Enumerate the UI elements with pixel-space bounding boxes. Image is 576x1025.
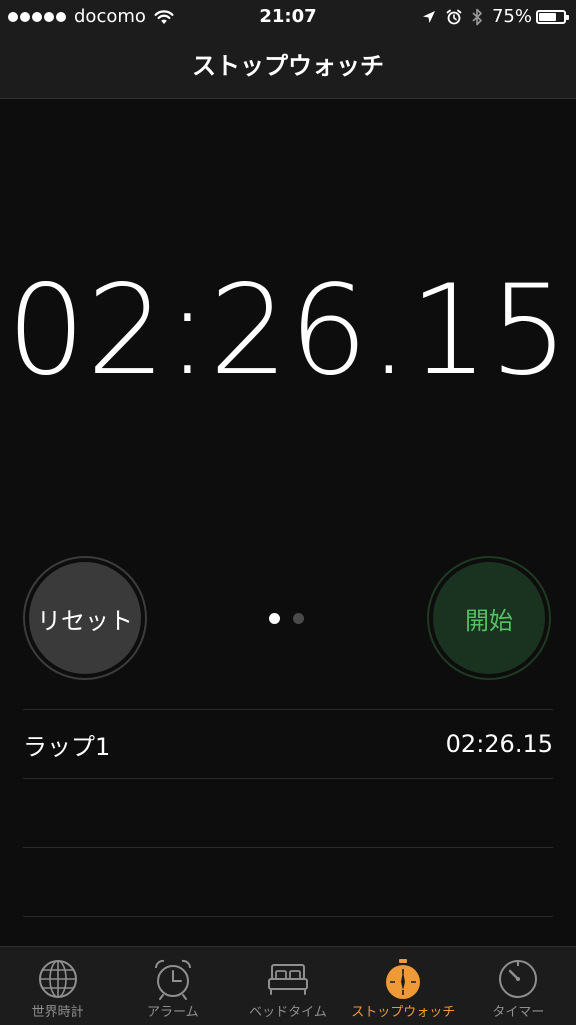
- start-button[interactable]: 開始: [427, 556, 551, 680]
- tab-label: タイマー: [492, 1005, 545, 1020]
- tab-alarm[interactable]: アラーム: [115, 947, 230, 1025]
- status-bar: docomo 21:07 75%: [0, 0, 576, 34]
- alarm-clock-icon: [446, 9, 462, 25]
- nav-bar: ストップウォッチ: [0, 34, 576, 99]
- lap-list-divider: [23, 916, 553, 917]
- status-bar-left: docomo: [8, 6, 174, 28]
- page-title: ストップウォッチ: [192, 52, 384, 80]
- tab-label: ベッドタイム: [249, 1005, 327, 1020]
- start-button-label: 開始: [433, 562, 545, 674]
- tab-world-clock[interactable]: 世界時計: [0, 947, 115, 1025]
- wifi-icon: [154, 10, 174, 24]
- lap-list[interactable]: ラップ1 02:26.15: [23, 709, 553, 917]
- globe-icon: [38, 960, 77, 998]
- tab-bedtime[interactable]: ベッドタイム: [230, 947, 345, 1025]
- tab-label: ストップウォッチ: [351, 1005, 456, 1020]
- carrier-name: docomo: [74, 6, 146, 27]
- status-bar-right: 75%: [412, 6, 569, 28]
- tab-timer[interactable]: タイマー: [461, 947, 576, 1025]
- signal-strength-icon: [8, 12, 68, 22]
- location-arrow-icon: [422, 11, 435, 23]
- reset-button-label: リセット: [29, 562, 141, 674]
- tab-label: アラーム: [146, 1005, 199, 1020]
- reset-button[interactable]: リセット: [23, 556, 147, 680]
- alarm-clock-icon: [154, 959, 191, 1000]
- lap-time: 02:26.15: [445, 730, 553, 758]
- lap-label: ラップ1: [23, 732, 111, 761]
- page-dot-2[interactable]: [293, 613, 304, 624]
- tab-bar: 世界時計 アラーム ベッドタイム ストップウォッチ タイマー: [0, 946, 576, 1025]
- stopwatch-icon: [386, 959, 421, 999]
- battery-level: [539, 13, 557, 21]
- battery-icon: [536, 10, 569, 24]
- bluetooth-icon: [472, 8, 482, 26]
- bed-icon: [268, 964, 308, 995]
- tab-label: 世界時計: [31, 1005, 84, 1020]
- page-indicator[interactable]: [269, 613, 317, 624]
- stopwatch-display: 02:26.15: [6, 259, 570, 403]
- battery-percent: 75%: [491, 6, 532, 27]
- page-dot-1[interactable]: [269, 613, 280, 624]
- lap-row: ラップ1 02:26.15: [23, 709, 553, 778]
- tab-stopwatch[interactable]: ストップウォッチ: [346, 947, 461, 1025]
- empty-lap-row: [23, 847, 553, 916]
- timer-icon: [499, 960, 538, 998]
- empty-lap-row: [23, 778, 553, 847]
